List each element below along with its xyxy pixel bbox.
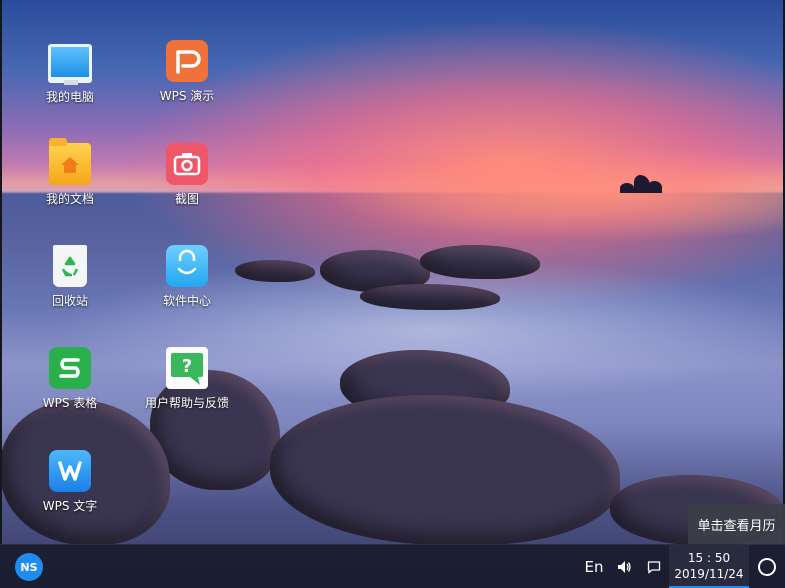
desktop-icon-label: 软件中心 [162,294,211,308]
tooltip-text: 单击查看月历 [697,518,776,534]
computer-icon [48,44,92,85]
wallpaper-rock [420,245,540,279]
calendar-tooltip: 单击查看月历 [688,504,785,544]
message-icon [647,560,661,574]
documents-folder-icon [49,138,91,185]
circle-icon [758,557,776,576]
svg-text:?: ? [182,356,192,377]
desktop-icon-label: WPS 文字 [42,499,98,513]
notification-button[interactable] [639,545,669,588]
wps-spreadsheet-icon [49,347,91,389]
speaker-icon [618,560,631,573]
desktop-icon-label: WPS 演示 [159,89,215,103]
window-edge-left [0,0,2,545]
wallpaper-island [620,173,662,193]
desktop-icon-my-documents[interactable]: 我的文档 [30,138,110,207]
clock-time: 15 : 50 [687,550,731,565]
clock-button[interactable]: 15 : 50 2019/11/24 [669,545,749,588]
input-language-indicator[interactable]: En [579,545,609,588]
start-logo-icon: NS [20,560,38,574]
help-feedback-icon: ? [166,347,208,389]
desktop-icon-label: 回收站 [51,294,88,308]
desktop-icon-help-feedback[interactable]: ? 用户帮助与反馈 [141,347,233,411]
taskbar: NS En 15 : 50 2019/11/24 [0,544,785,588]
volume-button[interactable] [609,545,639,588]
language-label: En [584,557,604,576]
desktop-icon-screenshot[interactable]: 截图 [147,143,227,207]
desktop-icon-label: 截图 [174,192,199,206]
desktop-icon-wps-writer[interactable]: WPS 文字 [30,450,110,514]
clock-date: 2019/11/24 [674,566,744,581]
recycle-bin-icon [53,245,87,287]
desktop-icon-my-computer[interactable]: 我的电脑 [30,38,110,105]
desktop-icon-label: 我的电脑 [45,90,94,104]
start-menu-button[interactable]: NS [15,553,43,581]
screenshot-camera-icon [166,143,208,185]
software-center-icon [166,245,208,287]
desktop-icon-label: WPS 表格 [42,396,98,410]
wps-writer-icon [49,450,91,492]
wps-presentation-icon [166,40,208,82]
desktop-icon-recycle-bin[interactable]: 回收站 [30,245,110,309]
wallpaper-rock [235,260,315,282]
show-desktop-button[interactable] [749,545,785,588]
desktop-icon-label: 我的文档 [45,192,94,206]
desktop-icon-wps-spreadsheet[interactable]: WPS 表格 [30,347,110,411]
desktop-icon-software-center[interactable]: 软件中心 [147,245,227,309]
wallpaper-rock [360,284,500,310]
desktop-icon-label: 用户帮助与反馈 [144,396,229,410]
desktop-icon-wps-presentation[interactable]: WPS 演示 [147,40,227,104]
system-tray: En 15 : 50 2019/11/24 [579,545,785,588]
